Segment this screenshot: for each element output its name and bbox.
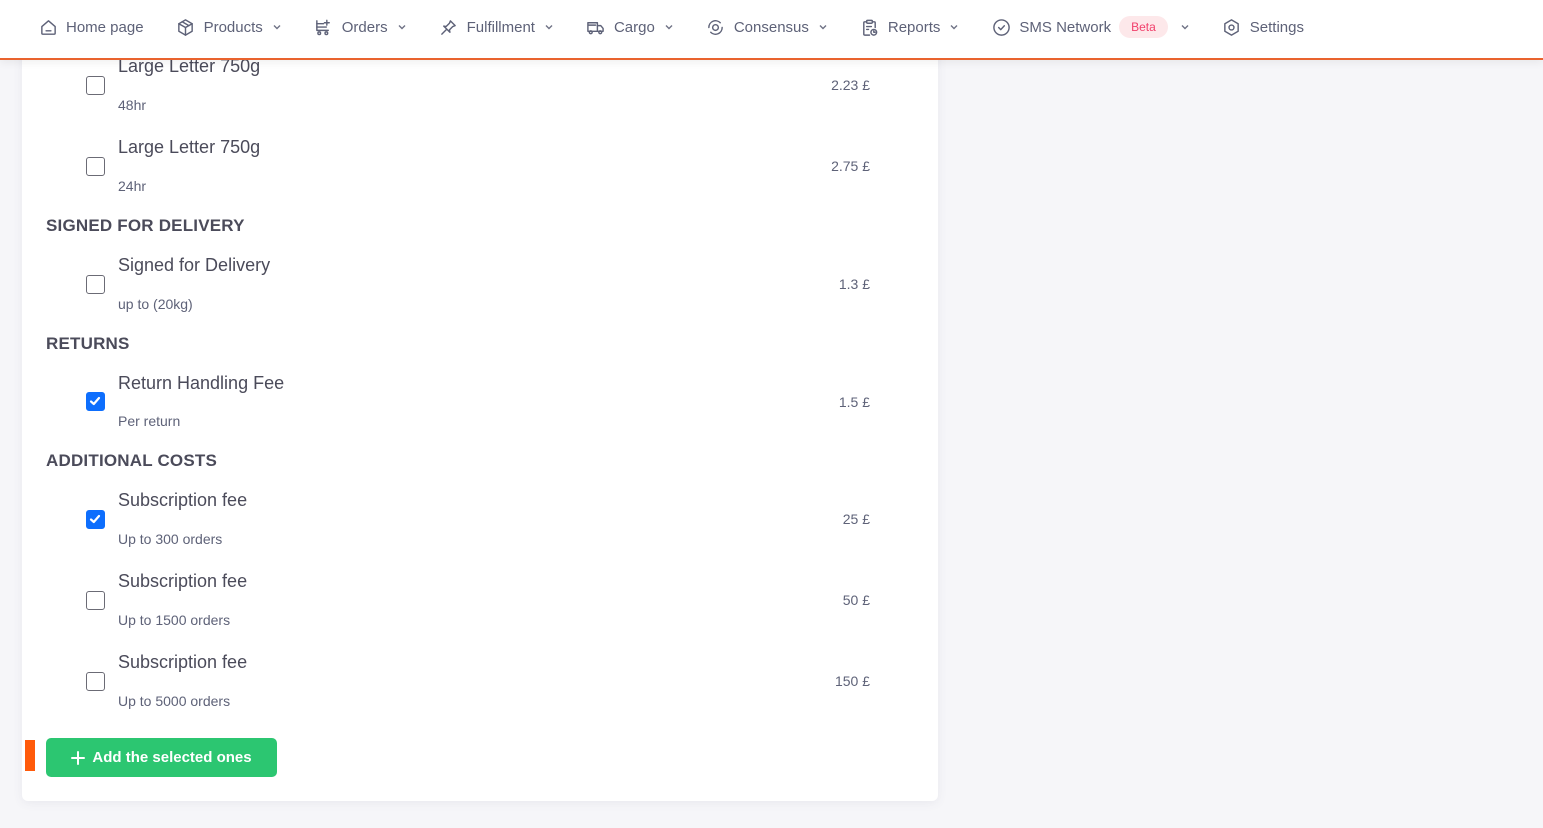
section-title-returns: RETURNS (46, 334, 130, 353)
cart-icon (314, 17, 334, 37)
nav-sms-network-label: SMS Network (1019, 18, 1112, 36)
target-icon (706, 17, 726, 37)
plus-icon (71, 750, 86, 765)
chevron-down-icon (1180, 22, 1190, 32)
side-marker (25, 740, 35, 771)
nav-orders[interactable]: Orders (314, 9, 407, 45)
option-title: Subscription fee (118, 490, 248, 510)
chevron-down-icon (664, 22, 674, 32)
option-price: 50 £ (842, 592, 870, 608)
option-checkbox[interactable] (86, 157, 105, 176)
checkmark-icon (89, 514, 101, 524)
option-subtitle: Up to 300 orders (118, 531, 223, 547)
section-title-additional-costs: ADDITIONAL COSTS (46, 451, 218, 470)
nav-reports[interactable]: Reports (860, 9, 960, 45)
option-row: Signed for Delivery up to (20kg) 1.3 £ (22, 239, 938, 312)
option-title: Subscription fee (118, 571, 248, 591)
box-icon (176, 17, 196, 37)
chevron-down-icon (949, 22, 959, 32)
nav-sms-network[interactable]: SMS Network Beta (991, 9, 1189, 45)
option-price: 25 £ (842, 511, 870, 527)
option-row: Return Handling Fee Per return 1.5 £ (22, 357, 938, 429)
nav-settings[interactable]: Settings (1222, 9, 1304, 45)
option-price: 1.3 £ (838, 276, 870, 292)
option-checkbox[interactable] (86, 672, 105, 691)
main-nav: Home page Products Orders Fulfillment Ca… (0, 0, 1543, 54)
checkmark-icon (89, 396, 101, 406)
nav-cargo[interactable]: Cargo (586, 9, 674, 45)
option-row: Large Letter 750g 24hr 2.75 £ (22, 121, 938, 194)
chevron-down-icon (397, 22, 407, 32)
nav-reports-label: Reports (887, 18, 941, 36)
option-row: Subscription fee Up to 300 orders 25 £ (22, 474, 938, 547)
option-title: Signed for Delivery (118, 255, 271, 275)
nav-products[interactable]: Products (176, 9, 282, 45)
nav-home-label: Home page (66, 18, 144, 36)
option-checkbox-checked[interactable] (86, 510, 105, 529)
option-price: 150 £ (834, 673, 870, 689)
option-title: Return Handling Fee (118, 373, 285, 393)
option-checkbox-checked[interactable] (86, 392, 105, 411)
nav-consensus[interactable]: Consensus (706, 9, 828, 45)
home-icon (38, 17, 58, 37)
gear-hexagon-icon (1222, 17, 1242, 37)
pin-icon (439, 17, 459, 37)
option-subtitle: 48hr (118, 97, 147, 113)
option-title: Large Letter 750g (118, 137, 261, 157)
option-price: 2.23 £ (831, 77, 870, 93)
nav-products-label: Products (203, 18, 263, 36)
add-selected-label: Add the selected ones (92, 749, 252, 766)
option-row: Subscription fee Up to 5000 orders 150 £ (22, 636, 938, 709)
check-circle-icon (991, 17, 1011, 37)
section-title-signed-for-delivery: SIGNED FOR DELIVERY (46, 216, 245, 235)
option-subtitle: 24hr (118, 178, 147, 194)
option-subtitle: Per return (118, 413, 181, 429)
top-navigation-bar: Home page Products Orders Fulfillment Ca… (0, 0, 1543, 60)
beta-badge: Beta (1119, 16, 1168, 38)
nav-fulfillment-label: Fulfillment (466, 18, 535, 36)
option-checkbox[interactable] (86, 275, 105, 294)
chevron-down-icon (818, 22, 828, 32)
nav-settings-label: Settings (1249, 18, 1304, 36)
option-subtitle: Up to 5000 orders (118, 693, 231, 709)
chevron-down-icon (544, 22, 554, 32)
shipping-options-card: Large Letter 750g 48hr 2.23 £ Large Lett… (22, 40, 938, 801)
option-row: Subscription fee Up to 1500 orders 50 £ (22, 555, 938, 628)
option-checkbox[interactable] (86, 76, 105, 95)
add-selected-button[interactable]: Add the selected ones (46, 738, 277, 777)
nav-cargo-label: Cargo (613, 18, 655, 36)
option-price: 2.75 £ (831, 158, 870, 174)
option-checkbox[interactable] (86, 591, 105, 610)
nav-orders-label: Orders (341, 18, 388, 36)
nav-consensus-label: Consensus (733, 18, 809, 36)
option-price: 1.5 £ (838, 394, 870, 410)
clipboard-clock-icon (860, 17, 880, 37)
truck-icon (586, 17, 606, 37)
option-subtitle: up to (20kg) (118, 296, 193, 312)
option-subtitle: Up to 1500 orders (118, 612, 231, 628)
option-title: Subscription fee (118, 652, 248, 672)
nav-fulfillment[interactable]: Fulfillment (439, 9, 554, 45)
chevron-down-icon (272, 22, 282, 32)
nav-home[interactable]: Home page (38, 9, 144, 45)
